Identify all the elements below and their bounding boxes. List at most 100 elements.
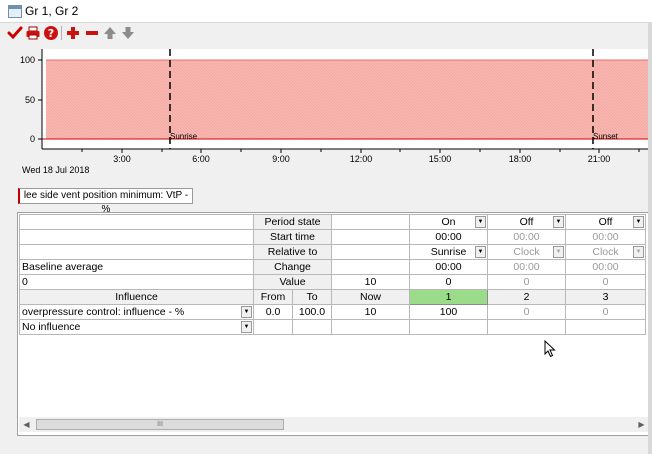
- period-1-header[interactable]: 1: [409, 289, 488, 305]
- influence-name: No influence: [22, 321, 81, 333]
- period-3-relative-value: Clock: [592, 246, 619, 258]
- help-icon[interactable]: ?: [43, 25, 59, 41]
- influence-period-2[interactable]: 0: [487, 304, 566, 320]
- period-2-header[interactable]: 2: [487, 289, 566, 305]
- schedule-grid: Period state On ▼ Off ▼ Off ▼ Start time…: [19, 214, 646, 335]
- influence-to[interactable]: [292, 319, 332, 335]
- chart-svg: 100 50 0 3:00 6:00 9:00 12:00 15:00 18:0…: [20, 49, 652, 175]
- y-tick-label: 0: [30, 134, 35, 144]
- period-2-change[interactable]: 00:00: [487, 259, 566, 275]
- value-now: 10: [331, 274, 410, 290]
- period-3-value[interactable]: 0: [565, 274, 646, 290]
- toolbar-separator: [61, 26, 62, 40]
- empty-cell: [331, 214, 410, 230]
- empty-cell: [331, 229, 410, 245]
- window-right-edge: [648, 22, 652, 454]
- empty-cell: [19, 229, 254, 245]
- x-tick-label: 12:00: [350, 154, 373, 164]
- influence-from[interactable]: 0.0: [253, 304, 293, 320]
- x-tick-label: 3:00: [113, 154, 131, 164]
- influence-header: Influence: [19, 289, 254, 305]
- dropdown-arrow-icon[interactable]: ▼: [241, 321, 252, 333]
- dropdown-arrow-icon[interactable]: ▼: [633, 246, 644, 258]
- influence-select[interactable]: overpressure control: influence - % ▼: [19, 304, 254, 320]
- x-tick-marks: [81, 149, 640, 153]
- influence-period-1[interactable]: [409, 319, 488, 335]
- period-3-state-select[interactable]: Off ▼: [565, 214, 646, 230]
- sunrise-label: Sunrise: [170, 132, 198, 141]
- period-1-state-value: On: [441, 216, 456, 228]
- change-label: Change: [253, 259, 332, 275]
- influence-period-3[interactable]: 0: [565, 304, 646, 320]
- period-1-change[interactable]: 00:00: [409, 259, 488, 275]
- influence-row: No influence ▼: [19, 319, 646, 335]
- chart-date-label: Wed 18 Jul 2018: [22, 165, 89, 175]
- influence-header-row: Influence From To Now 1 2 3: [19, 289, 646, 305]
- influence-to[interactable]: 100.0: [292, 304, 332, 320]
- start-time-label: Start time: [253, 229, 332, 245]
- print-icon[interactable]: [25, 25, 41, 41]
- period-3-header[interactable]: 3: [565, 289, 646, 305]
- dropdown-arrow-icon[interactable]: ▼: [475, 216, 486, 228]
- period-3-relative-select[interactable]: Clock ▼: [565, 244, 646, 260]
- move-down-icon[interactable]: [120, 25, 136, 41]
- empty-cell: [19, 244, 254, 260]
- remove-icon[interactable]: [84, 25, 100, 41]
- dropdown-arrow-icon[interactable]: ▼: [241, 306, 252, 318]
- row-start-time: Start time 00:00 00:00 00:00: [19, 229, 646, 245]
- x-tick-label: 21:00: [588, 154, 611, 164]
- toolbar: ?: [0, 22, 652, 44]
- period-2-relative-value: Clock: [513, 246, 540, 258]
- move-up-icon[interactable]: [102, 25, 118, 41]
- add-icon[interactable]: [65, 25, 81, 41]
- x-tick-label: 9:00: [272, 154, 290, 164]
- period-2-relative-select[interactable]: Clock ▼: [487, 244, 566, 260]
- window-title: Gr 1, Gr 2: [25, 4, 79, 18]
- period-1-state-select[interactable]: On ▼: [409, 214, 488, 230]
- influence-select[interactable]: No influence ▼: [19, 319, 254, 335]
- empty-cell: [19, 214, 254, 230]
- x-tick-label: 18:00: [509, 154, 532, 164]
- dropdown-arrow-icon[interactable]: ▼: [475, 246, 486, 258]
- window-icon: [8, 5, 22, 18]
- to-header: To: [292, 289, 332, 305]
- title-bar: Gr 1, Gr 2: [0, 0, 652, 23]
- period-2-state-select[interactable]: Off ▼: [487, 214, 566, 230]
- period-3-change[interactable]: 00:00: [565, 259, 646, 275]
- period-2-value[interactable]: 0: [487, 274, 566, 290]
- influence-period-1[interactable]: 100: [409, 304, 488, 320]
- dropdown-arrow-icon[interactable]: ▼: [553, 246, 564, 258]
- y-tick-label: 50: [25, 95, 35, 105]
- baseline-average-value[interactable]: 0: [19, 274, 254, 290]
- chart-area-fill: [46, 60, 650, 139]
- influence-from[interactable]: [253, 319, 293, 335]
- influence-name: overpressure control: influence - %: [22, 306, 185, 318]
- scrollbar-thumb[interactable]: III: [36, 419, 284, 430]
- dropdown-arrow-icon[interactable]: ▼: [633, 216, 644, 228]
- day-chart: 100 50 0 3:00 6:00 9:00 12:00 15:00 18:0…: [0, 44, 652, 180]
- schedule-grid-pane: Period state On ▼ Off ▼ Off ▼ Start time…: [17, 212, 652, 436]
- x-tick-label: 15:00: [429, 154, 452, 164]
- empty-cell: [331, 244, 410, 260]
- period-1-value[interactable]: 0: [409, 274, 488, 290]
- period-2-start-time[interactable]: 00:00: [487, 229, 566, 245]
- period-3-state-value: Off: [598, 216, 613, 228]
- period-1-start-time[interactable]: 00:00: [409, 229, 488, 245]
- mouse-cursor-icon: [544, 339, 556, 361]
- period-1-relative-select[interactable]: Sunrise ▼: [409, 244, 488, 260]
- period-3-start-time[interactable]: 00:00: [565, 229, 646, 245]
- check-icon[interactable]: [7, 25, 23, 41]
- scroll-left-icon[interactable]: ◀: [19, 417, 34, 432]
- setting-tab[interactable]: lee side vent position minimum: VtP - %: [18, 188, 193, 215]
- influence-period-3[interactable]: [565, 319, 646, 335]
- row-change: Baseline average Change 00:00 00:00 00:0…: [19, 259, 646, 275]
- row-relative-to: Relative to Sunrise ▼ Clock ▼ Clock ▼: [19, 244, 646, 260]
- horizontal-scrollbar[interactable]: ◀ III ▶: [19, 417, 649, 432]
- row-value: 0 Value 10 0 0 0: [19, 274, 646, 290]
- empty-cell: [331, 259, 410, 275]
- scroll-right-icon[interactable]: ▶: [634, 417, 649, 432]
- relative-to-label: Relative to: [253, 244, 332, 260]
- influence-period-2[interactable]: [487, 319, 566, 335]
- period-1-relative-value: Sunrise: [430, 246, 467, 258]
- dropdown-arrow-icon[interactable]: ▼: [553, 216, 564, 228]
